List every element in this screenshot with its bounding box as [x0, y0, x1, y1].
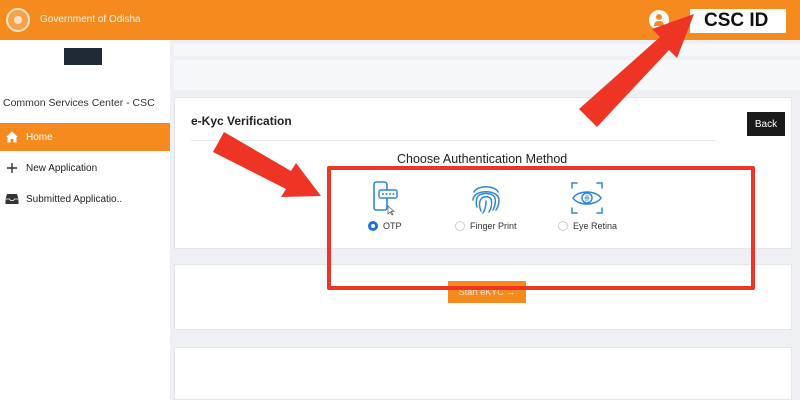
annotation-arrows: [213, 14, 694, 197]
annotation-arrow-to-methods: [213, 132, 321, 197]
annotation-arrow-to-csc-id: [579, 14, 694, 127]
